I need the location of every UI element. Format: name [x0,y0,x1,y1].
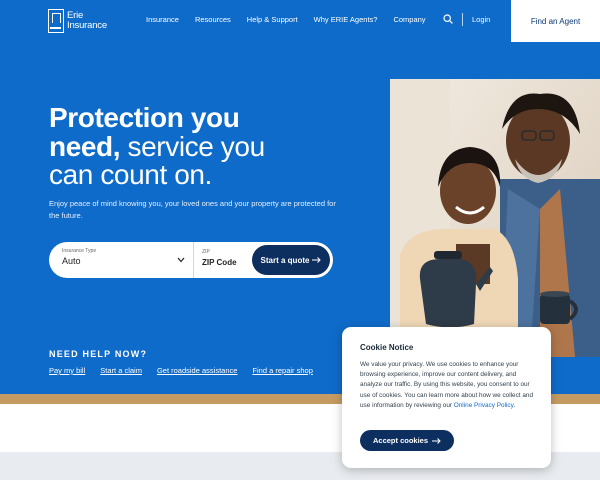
login-link[interactable]: Login [472,15,490,24]
insurance-type-value: Auto [62,256,81,266]
nav-company[interactable]: Company [393,15,425,24]
zip-input[interactable]: ZIP Code [202,258,237,267]
insurance-type-select[interactable]: Insurance Type Auto [62,248,192,266]
nav-insurance[interactable]: Insurance [146,15,179,24]
cookie-notice: Cookie Notice We value your privacy. We … [342,327,551,468]
site-header: Erie Insurance Insurance Resources Help … [0,0,600,42]
find-agent-button[interactable]: Find an Agent [511,0,600,42]
start-claim-link[interactable]: Start a claim [100,366,142,375]
repair-shop-link[interactable]: Find a repair shop [252,366,312,375]
main-nav: Insurance Resources Help & Support Why E… [146,15,442,24]
header-divider [462,13,463,26]
headline-bold-2: need, [49,130,121,162]
start-quote-button[interactable]: Start a quote [252,245,330,275]
accept-cookies-label: Accept cookies [372,436,429,445]
hero-headline: Protection you need, service you can cou… [49,102,379,190]
erie-logo[interactable]: Erie Insurance [48,9,107,33]
search-icon[interactable] [443,14,453,24]
accept-cookies-button[interactable]: Accept cookies [360,430,454,451]
form-divider [193,242,194,278]
arrow-right-icon [312,257,322,263]
insurance-type-label: Insurance Type [62,248,97,254]
roadside-assistance-link[interactable]: Get roadside assistance [157,366,237,375]
erie-logo-icon [48,9,64,33]
arrow-right-icon [432,437,441,444]
nav-help-support[interactable]: Help & Support [247,15,298,24]
chevron-down-icon[interactable] [177,257,185,263]
headline-light-3: can count on. [49,159,212,190]
quote-form: Insurance Type Auto ZIP ZIP Code Start a… [49,242,333,278]
hero-subtext: Enjoy peace of mind knowing you, your lo… [49,199,336,220]
headline-bold-1: Protection you [49,102,240,133]
zip-label: ZIP [202,249,210,255]
cookie-title: Cookie Notice [360,343,414,352]
headline-light-2: service you [127,130,266,162]
help-links: Pay my bill Start a claim Get roadside a… [49,366,328,375]
logo-text-line2: Insurance [67,20,107,31]
zip-field[interactable]: ZIP ZIP Code [202,249,237,267]
nav-resources[interactable]: Resources [195,15,231,24]
cookie-body: We value your privacy. We use cookies to… [360,360,533,411]
privacy-policy-link[interactable]: Online Privacy Policy [454,402,514,409]
help-title: NEED HELP NOW? [49,349,148,359]
cookie-period: . [513,401,516,409]
start-quote-label: Start a quote [260,255,310,265]
pay-bill-link[interactable]: Pay my bill [49,366,85,375]
nav-why-erie-agents[interactable]: Why ERIE Agents? [314,15,378,24]
hero-photo [390,79,600,357]
couple-illustration [390,79,600,357]
